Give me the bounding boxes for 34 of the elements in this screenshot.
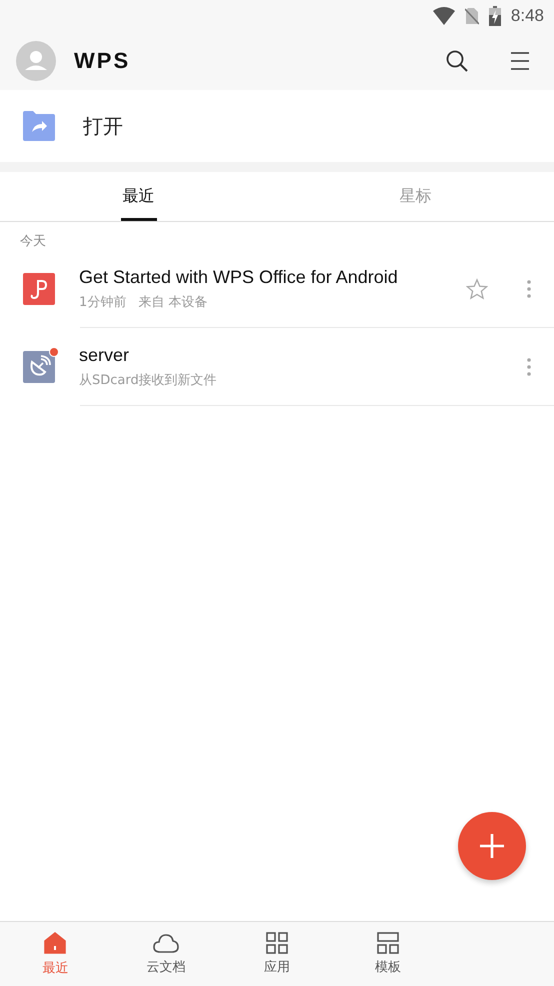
plus-icon	[479, 833, 505, 859]
status-time: 8:48	[510, 6, 544, 26]
grid-icon	[266, 932, 288, 954]
home-icon	[43, 931, 68, 955]
file-row[interactable]: Get Started with WPS Office for Android 1分钟前 来自 本设备	[0, 250, 554, 328]
cloud-icon	[153, 932, 180, 954]
more-icon[interactable]	[526, 358, 532, 376]
file-name: Get Started with WPS Office for Android	[79, 267, 399, 288]
nav-tab[interactable]: 模板	[332, 922, 444, 986]
file-row[interactable]: server 从SDcard接收到新文件	[0, 328, 554, 406]
tab[interactable]: 最近	[0, 172, 277, 221]
app-logo: WPS	[74, 48, 130, 74]
more-icon[interactable]	[526, 280, 532, 298]
nav-tab[interactable]: 云文档	[110, 922, 222, 986]
search-icon[interactable]	[446, 50, 468, 72]
open-label: 打开	[83, 112, 123, 140]
nav-tab[interactable]: 应用	[222, 922, 332, 986]
file-name: server	[79, 345, 130, 366]
no-sim-icon	[464, 7, 479, 25]
avatar-icon[interactable]	[16, 41, 56, 81]
battery-icon	[488, 6, 501, 26]
file-meta: 从SDcard接收到新文件	[79, 372, 217, 389]
add-button[interactable]	[458, 812, 526, 880]
open-row[interactable]: 打开	[0, 90, 554, 162]
satellite-file-icon	[23, 351, 55, 383]
wifi-icon	[432, 7, 455, 25]
folder-icon	[23, 111, 55, 141]
section-header: 今天	[19, 233, 47, 250]
layout-icon	[376, 932, 399, 954]
pdf-file-icon	[23, 273, 55, 305]
star-icon[interactable]	[466, 278, 488, 300]
file-meta: 1分钟前	[79, 294, 126, 311]
file-meta: 来自 本设备	[138, 294, 208, 311]
menu-icon[interactable]	[510, 52, 530, 70]
